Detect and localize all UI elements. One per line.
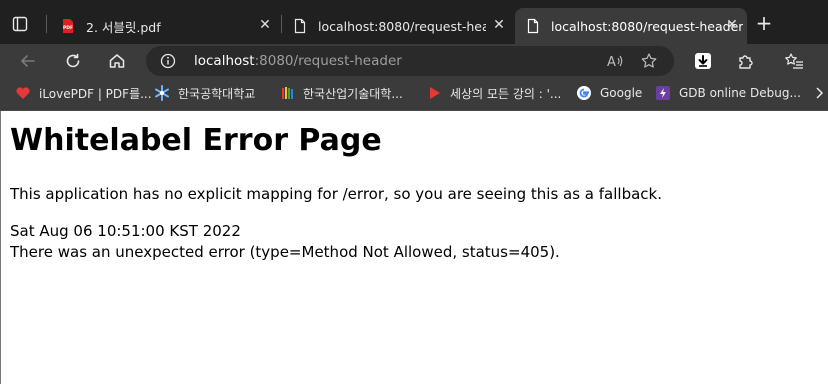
page-icon	[525, 18, 541, 34]
extension-download-button[interactable]	[690, 48, 716, 74]
home-button[interactable]	[104, 48, 130, 74]
download-icon	[695, 53, 711, 69]
favorites-button[interactable]	[781, 48, 807, 74]
close-tab-icon[interactable]: ✕	[725, 17, 739, 33]
tab-separator	[46, 15, 47, 33]
extensions-button[interactable]	[733, 48, 759, 74]
tab-label: localhost:8080/request-header	[551, 18, 744, 34]
puzzle-icon	[739, 55, 753, 69]
rainbow-icon	[279, 85, 295, 101]
error-timestamp: Sat Aug 06 10:51:00 KST 2022	[10, 222, 241, 240]
close-tab-icon[interactable]: ✕	[492, 17, 506, 33]
favorite-add-icon[interactable]	[640, 52, 658, 74]
back-arrow-icon	[21, 55, 35, 67]
play-icon	[426, 85, 442, 101]
google-icon	[576, 85, 592, 101]
address-bar[interactable]: localhost:8080/request-header A	[146, 46, 674, 76]
tab-actions-button[interactable]	[6, 10, 34, 38]
bookmark-label: 한국공학대학교	[178, 86, 256, 101]
bookmark-label: Google	[600, 86, 643, 100]
new-tab-icon[interactable]: +	[754, 13, 774, 34]
home-icon	[109, 54, 125, 68]
tab-label: 2. 서블릿.pdf	[86, 19, 161, 35]
svg-text:PDF: PDF	[63, 25, 73, 31]
bookmark-tukorea[interactable]: 한국공학대학교	[154, 84, 255, 102]
bookmark-ilovepdf[interactable]: iLovePDF | PDF를...	[15, 84, 152, 102]
bookmark-kpu[interactable]: 한국산업기술대학...	[279, 84, 403, 102]
bookmark-label: GDB online Debug...	[679, 86, 801, 100]
tab-request-header-query[interactable]: localhost:8080/request-header? ✕	[282, 8, 514, 44]
error-message: This application has no explicit mapping…	[10, 185, 662, 203]
page-content: Whitelabel Error Page This application h…	[0, 111, 828, 384]
page-title: Whitelabel Error Page	[10, 123, 382, 158]
address-url[interactable]: localhost:8080/request-header	[194, 53, 402, 69]
bookmark-gdb[interactable]: GDB online Debug...	[655, 84, 801, 102]
bookmark-label: 한국산업기술대학...	[303, 86, 403, 101]
browser-toolbar: localhost:8080/request-header A	[0, 44, 828, 77]
tab-bar: PDF 2. 서블릿.pdf ✕ localhost:8080/request-…	[0, 0, 828, 44]
bookmark-label: 세상의 모든 강의 : '...	[450, 86, 562, 101]
bookmark-lectures[interactable]: 세상의 모든 강의 : '...	[426, 84, 561, 102]
close-tab-icon[interactable]: ✕	[258, 17, 272, 33]
bookmark-google[interactable]: Google	[576, 84, 642, 102]
info-icon[interactable]	[160, 53, 176, 73]
tab-label: localhost:8080/request-header?	[318, 18, 486, 34]
heart-icon	[15, 85, 31, 101]
reload-icon	[66, 53, 80, 68]
bookmark-label: iLovePDF | PDF를...	[39, 86, 152, 101]
url-path: :8080/request-header	[254, 53, 402, 69]
read-aloud-icon[interactable]: A	[606, 52, 624, 74]
favorites-list-icon	[785, 53, 803, 69]
tab-actions-icon	[12, 16, 28, 32]
tab-pdf[interactable]: PDF 2. 서블릿.pdf ✕	[50, 8, 280, 44]
page-icon	[292, 18, 308, 34]
more-bookmarks-icon[interactable]	[814, 84, 824, 102]
reload-button[interactable]	[60, 48, 86, 74]
pdf-icon: PDF	[60, 18, 76, 34]
url-host: localhost	[194, 53, 255, 69]
back-button[interactable]	[15, 48, 41, 74]
tab-request-header-active[interactable]: localhost:8080/request-header ✕	[515, 8, 747, 44]
svg-text:A: A	[607, 55, 616, 70]
bolt-icon	[655, 85, 671, 101]
error-detail: There was an unexpected error (type=Meth…	[10, 243, 560, 261]
bookmarks-bar: iLovePDF | PDF를... 한국공학대학교 한국산업기술대학... 세…	[0, 77, 828, 111]
snowflake-icon	[154, 85, 170, 101]
